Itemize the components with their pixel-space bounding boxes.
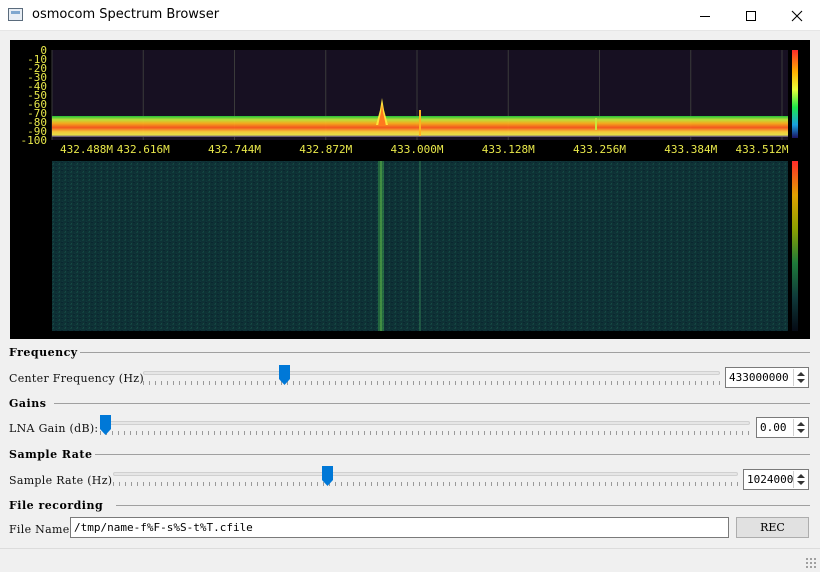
slider-groove [100,421,750,425]
x-tick-label: 433.128M [482,143,535,156]
waterfall-center-trace [419,161,421,331]
frequency-divider [80,352,810,353]
file-recording-divider [116,505,810,506]
center-frequency-slider[interactable] [143,365,720,388]
center-frequency-label: Center Frequency (Hz) [9,372,144,385]
minimize-button[interactable] [682,0,728,31]
spectrum-svg: 0-10-20-30-40-50-60-70-80-90-100 432.488… [21,44,798,331]
sample-rate-spinbox[interactable]: 1024000 [743,469,809,490]
file-name-label: File Name [9,523,70,536]
spin-up-icon[interactable] [797,474,805,478]
sample-rate-section-title: Sample Rate [9,448,93,461]
x-axis-labels: 432.488M 432.616M 432.744M 432.872M 433.000M… [60,143,789,156]
slider-ticks [113,482,738,486]
center-frequency-value: 433000000 [729,371,789,384]
slider-handle[interactable] [279,365,290,385]
spin-down-icon[interactable] [797,429,805,433]
minimize-icon [700,15,710,17]
x-tick-label: 432.872M [299,143,352,156]
center-frequency-spinbox[interactable]: 433000000 [725,367,809,388]
slider-groove [143,371,720,375]
close-icon [791,10,803,21]
maximize-icon [746,10,756,21]
spin-up-icon[interactable] [797,422,805,426]
sample-rate-slider[interactable] [113,466,738,489]
spectrum-display[interactable]: 0 -10 -20 -30 -40 -50 -60 -70 -80 -90 -100 432.488… [10,40,810,339]
spin-up-icon[interactable] [797,372,805,376]
y-axis-labels: 0-10-20-30-40-50-60-70-80-90-100 [21,44,48,147]
maximize-button[interactable] [728,0,774,31]
gains-divider [54,403,810,404]
x-tick-label: 432.744M [208,143,261,156]
x-tick-label: 433.512M [736,143,789,156]
window-title: osmocom Spectrum Browser [32,7,220,22]
y-tick-label: -100 [21,134,48,147]
slider-groove [113,472,738,476]
rec-button[interactable]: REC [736,517,809,538]
slider-handle[interactable] [100,415,111,435]
resize-grip-icon[interactable] [805,557,817,569]
slider-ticks [100,431,750,435]
slider-handle[interactable] [322,466,333,486]
lna-gain-value: 0.00 [760,421,787,434]
title-bar: osmocom Spectrum Browser [0,0,820,31]
lna-gain-label: LNA Gain (dB): [9,422,99,435]
status-bar [0,548,820,572]
x-tick-label: 432.616M [117,143,170,156]
waterfall-signal-core [380,161,382,331]
spin-down-icon[interactable] [797,481,805,485]
app-window-icon [8,8,23,21]
file-name-field[interactable] [70,517,729,538]
spin-down-icon[interactable] [797,379,805,383]
file-name-input[interactable] [71,518,728,537]
sample-rate-value: 1024000 [747,473,794,486]
x-tick-label: 433.256M [573,143,626,156]
close-button[interactable] [774,0,820,31]
lna-gain-spinbox[interactable]: 0.00 [756,417,809,438]
x-tick-label: 433.000M [391,143,444,156]
file-recording-section-title: File recording [9,499,104,512]
sample-rate-label: Sample Rate (Hz) [9,474,113,487]
gains-section-title: Gains [9,397,47,410]
lna-gain-slider[interactable] [100,415,750,438]
sample-rate-divider [95,454,810,455]
frequency-section-title: Frequency [9,346,78,359]
x-tick-label: 433.384M [664,143,717,156]
slider-ticks [143,381,720,385]
spectrum-colorbar [792,50,798,138]
x-tick-label: 432.488M [60,143,113,156]
waterfall-colorbar [792,161,798,331]
